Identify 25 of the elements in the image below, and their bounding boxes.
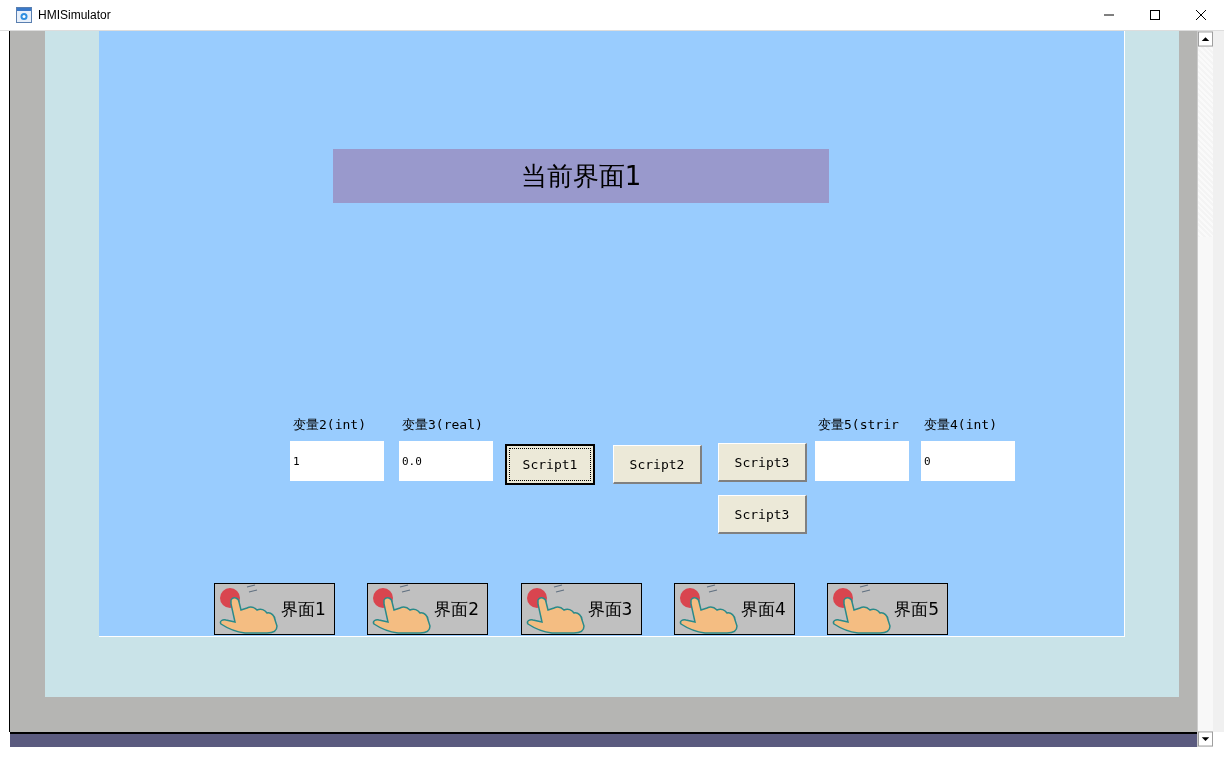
app-icon [16, 7, 32, 23]
input-field[interactable]: 0.0 [399, 441, 493, 481]
screen-nav-button[interactable]: 界面5 [827, 583, 949, 635]
variable-label: 变量2(int) [293, 416, 366, 434]
script-button[interactable]: Script2 [613, 445, 702, 484]
variable-label: 变量5(strir [818, 416, 899, 434]
screen-nav-button[interactable]: 界面3 [520, 583, 642, 635]
scroll-thumb[interactable] [1198, 47, 1213, 237]
variable-label: 变量4(int) [924, 416, 997, 434]
script-button[interactable]: Script3 [718, 495, 807, 534]
screen-nav-button[interactable]: 界面4 [673, 583, 795, 635]
input-field[interactable]: 0 [921, 441, 1015, 481]
scroll-down-icon[interactable] [1198, 731, 1213, 747]
script-button[interactable]: Script3 [718, 443, 807, 482]
window-title: HMISimulator [38, 8, 112, 22]
screen-title: 当前界面1 [333, 149, 829, 203]
vertical-scrollbar[interactable] [1197, 31, 1213, 747]
variable-label: 变量3(real) [402, 416, 483, 434]
hand-press-icon [217, 584, 281, 634]
screen-nav-button[interactable]: 界面2 [367, 583, 489, 635]
input-field[interactable]: 1 [290, 441, 384, 481]
script-button[interactable]: Script1 [505, 444, 595, 485]
input-field[interactable] [815, 441, 909, 481]
screen-nav-button[interactable]: 界面1 [214, 583, 335, 635]
scroll-up-icon[interactable] [1198, 31, 1213, 47]
